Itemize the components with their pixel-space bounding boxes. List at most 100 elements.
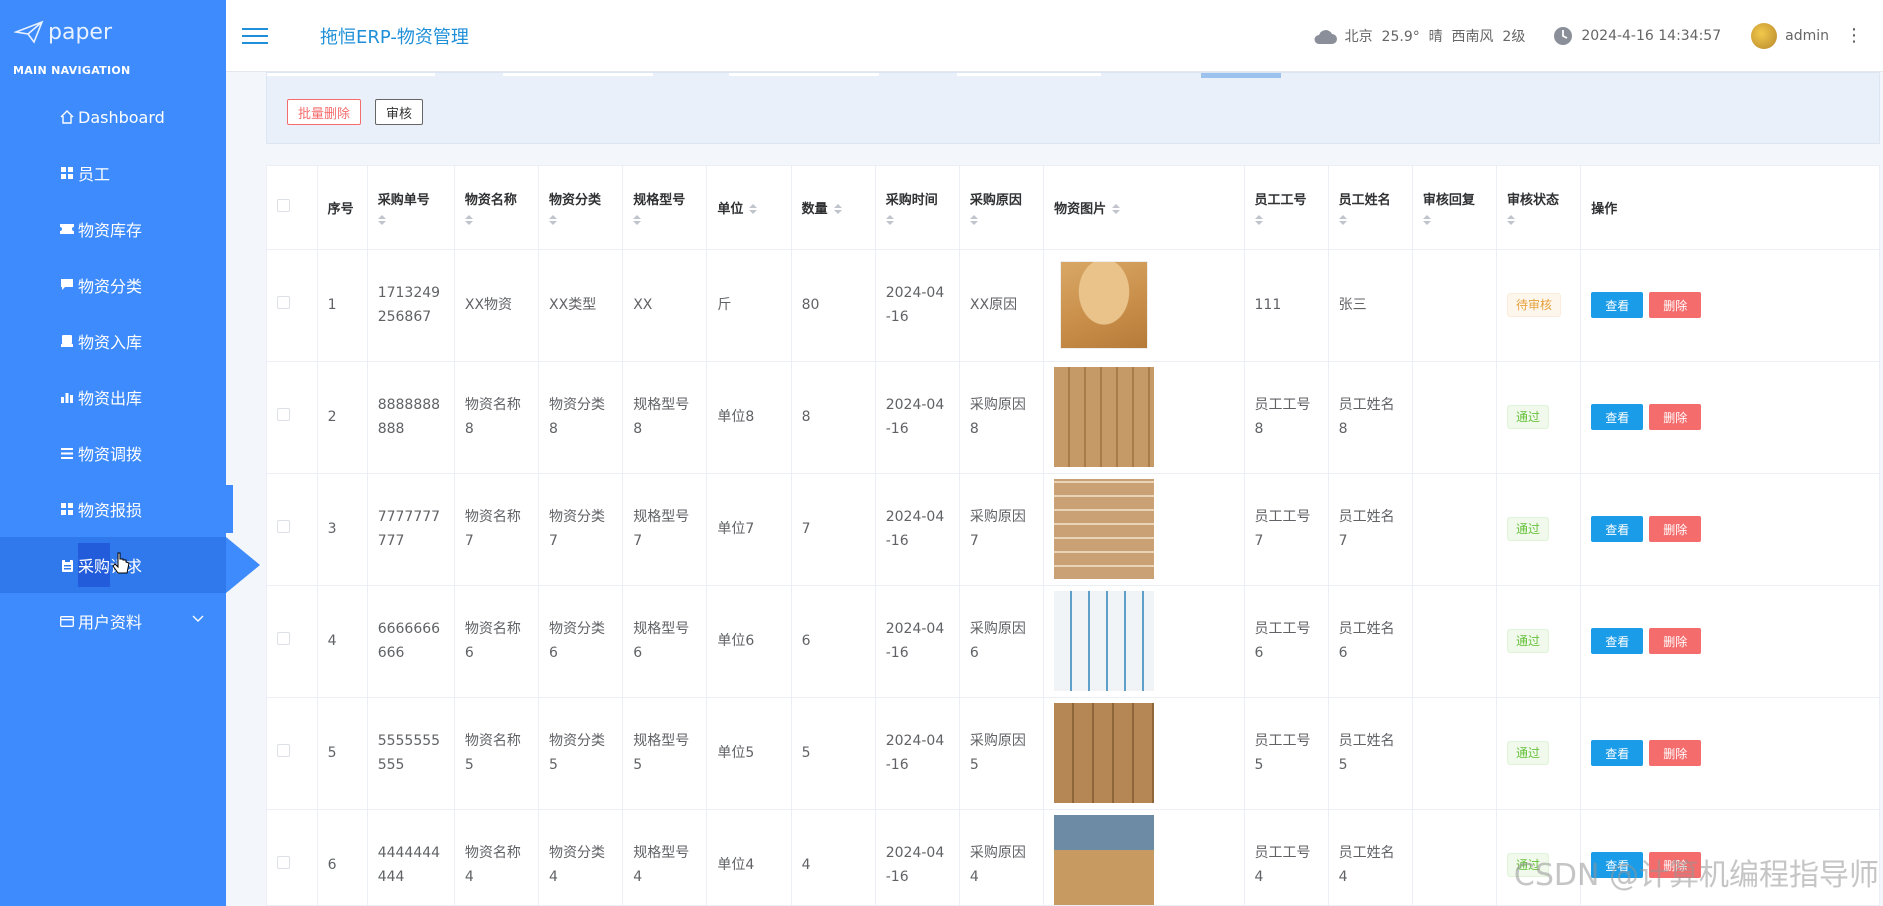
column-header-unit[interactable]: 单位 — [706, 166, 792, 250]
sidebar-item-outbound[interactable]: 物资出库 — [0, 369, 226, 425]
row-checkbox[interactable] — [277, 744, 290, 757]
sort-icon[interactable] — [749, 204, 758, 215]
column-header-image[interactable]: 物资图片 — [1043, 166, 1245, 250]
bar-chart-icon — [60, 390, 74, 404]
cell-status: 通过 — [1496, 697, 1582, 810]
clipboard-icon — [60, 558, 74, 572]
item-image-thumbnail[interactable] — [1054, 591, 1155, 691]
view-button[interactable]: 查看 — [1591, 292, 1644, 318]
row-checkbox[interactable] — [277, 856, 290, 869]
cell-reply — [1412, 249, 1498, 362]
column-header-reply[interactable]: 审核回复 — [1412, 166, 1498, 250]
status-badge: 通过 — [1507, 517, 1550, 541]
row-checkbox[interactable] — [277, 632, 290, 645]
column-header-emp-name[interactable]: 员工姓名 — [1328, 166, 1413, 250]
row-checkbox[interactable] — [277, 408, 290, 421]
cell-index: 5 — [317, 697, 368, 810]
sort-icon[interactable] — [633, 215, 642, 226]
sort-icon[interactable] — [549, 215, 558, 226]
item-image-thumbnail[interactable] — [1054, 703, 1155, 803]
tab-strip-segment — [267, 73, 435, 76]
cell-reason: XX原因 — [959, 249, 1045, 362]
view-button[interactable]: 查看 — [1591, 404, 1644, 430]
sort-icon[interactable] — [885, 215, 894, 226]
sort-icon[interactable] — [1507, 215, 1516, 226]
cell-status: 通过 — [1496, 473, 1582, 586]
row-select-cell — [267, 809, 318, 905]
select-all-cell — [267, 166, 318, 250]
view-button[interactable]: 查看 — [1591, 740, 1644, 766]
user-menu[interactable]: admin ⋮ — [1751, 22, 1863, 49]
cell-reply — [1412, 361, 1498, 474]
cell-reply — [1412, 697, 1498, 810]
sort-icon[interactable] — [377, 215, 386, 226]
cell-image — [1043, 361, 1245, 474]
item-image-thumbnail[interactable] — [1054, 367, 1155, 467]
sidebar-item-purchase-request[interactable]: 采购请求 — [0, 537, 260, 593]
sort-icon[interactable] — [1422, 215, 1431, 226]
cell-spec: 规格型号8 — [622, 361, 708, 474]
avatar — [1751, 22, 1778, 49]
grid-icon — [60, 502, 74, 516]
item-image-thumbnail[interactable] — [1054, 479, 1155, 579]
cell-index: 2 — [317, 361, 368, 474]
column-header-spec[interactable]: 规格型号 — [622, 166, 708, 250]
sidebar-item-inbound[interactable]: 物资入库 — [0, 313, 226, 369]
audit-button[interactable]: 审核 — [375, 99, 424, 125]
column-header-reason[interactable]: 采购原因 — [959, 166, 1045, 250]
card-icon — [60, 614, 74, 628]
column-header-qty[interactable]: 数量 — [791, 166, 876, 250]
sort-icon[interactable] — [1338, 215, 1347, 226]
sidebar-item-inventory[interactable]: 物资库存 — [0, 201, 226, 257]
sidebar-item-employee[interactable]: 员工 — [0, 145, 226, 201]
sort-icon[interactable] — [464, 215, 473, 226]
comment-icon — [60, 278, 74, 292]
cell-order-no: 8888888888 — [367, 361, 455, 474]
cell-emp-no: 员工工号7 — [1244, 473, 1329, 586]
sort-icon[interactable] — [833, 204, 842, 215]
cloud-icon — [1314, 29, 1337, 44]
column-header-status[interactable]: 审核状态 — [1496, 166, 1582, 250]
column-header-name[interactable]: 物资名称 — [454, 166, 540, 250]
sort-icon[interactable] — [969, 215, 978, 226]
column-header-order-no[interactable]: 采购单号 — [367, 166, 455, 250]
column-header-category[interactable]: 物资分类 — [538, 166, 624, 250]
column-header-emp-no[interactable]: 员工工号 — [1244, 166, 1329, 250]
cell-ops: 查看 删除 — [1580, 697, 1879, 810]
cell-reply — [1412, 473, 1498, 586]
sort-icon[interactable] — [1254, 215, 1263, 226]
sidebar-item-category[interactable]: 物资分类 — [0, 257, 226, 313]
cell-image — [1043, 249, 1245, 362]
batch-delete-button[interactable]: 批量删除 — [287, 99, 362, 125]
cell-image — [1043, 585, 1245, 698]
sidebar-item-dashboard[interactable]: Dashboard — [0, 89, 226, 145]
row-checkbox[interactable] — [277, 520, 290, 533]
column-header-time[interactable]: 采购时间 — [875, 166, 960, 250]
sidebar-item-transfer[interactable]: 物资调拨 — [0, 425, 226, 481]
delete-button[interactable]: 删除 — [1649, 628, 1702, 654]
menu-toggle-icon[interactable] — [242, 23, 268, 49]
sort-icon[interactable] — [1112, 204, 1121, 215]
cell-name: XX物资 — [454, 249, 540, 362]
more-vertical-icon[interactable]: ⋮ — [1845, 25, 1863, 46]
table-row: 4 6666666666 物资名称6 物资分类6 规格型号6 单位6 6 202… — [267, 585, 1879, 698]
purchase-request-table: 序号 采购单号 物资名称 物资分类 规格型号 单位 数量 采购时间 采购原因 物… — [266, 165, 1880, 906]
tab-strip-segment — [503, 73, 653, 76]
item-image-thumbnail[interactable] — [1054, 255, 1155, 355]
delete-button[interactable]: 删除 — [1649, 404, 1702, 430]
sidebar-item-user-profile[interactable]: 用户资料 — [0, 593, 226, 649]
item-image-thumbnail[interactable] — [1054, 815, 1155, 905]
delete-button[interactable]: 删除 — [1649, 292, 1702, 318]
row-checkbox[interactable] — [277, 296, 290, 309]
cell-reason: 采购原因7 — [959, 473, 1045, 586]
view-button[interactable]: 查看 — [1591, 628, 1644, 654]
cell-ops: 查看 删除 — [1580, 473, 1879, 586]
weather-widget: 北京 25.9° 晴 西南风 2级 — [1313, 26, 1525, 46]
view-button[interactable]: 查看 — [1591, 516, 1644, 542]
select-all-checkbox[interactable] — [277, 198, 290, 212]
delete-button[interactable]: 删除 — [1649, 740, 1702, 766]
sidebar-item-damage[interactable]: 物资报损 — [0, 481, 233, 537]
delete-button[interactable]: 删除 — [1649, 516, 1702, 542]
logo[interactable]: paper — [0, 0, 226, 64]
cell-name: 物资名称6 — [454, 585, 540, 698]
